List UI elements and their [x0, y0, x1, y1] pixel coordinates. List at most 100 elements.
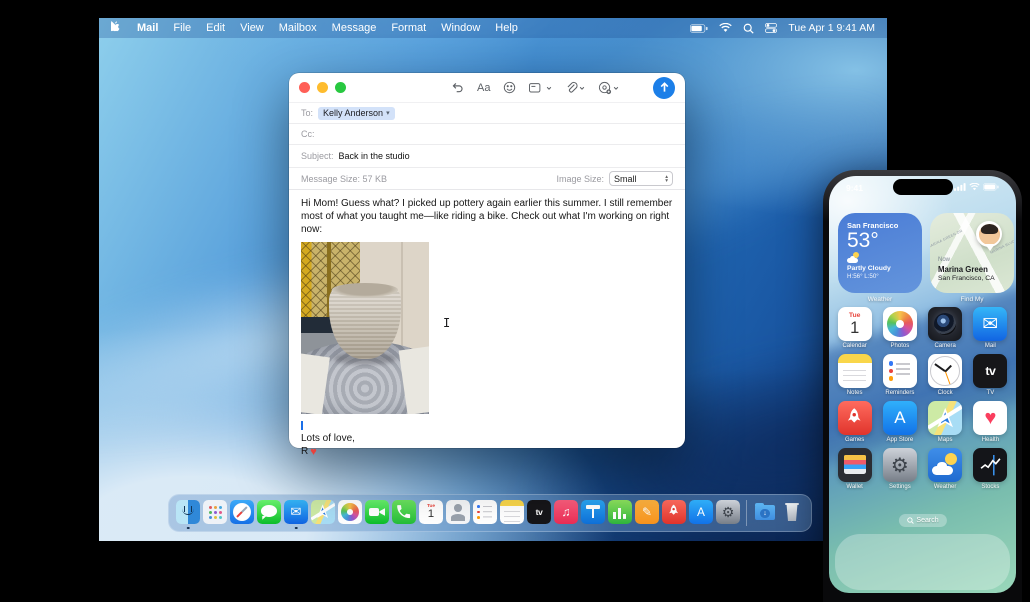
header-fields-button[interactable] [529, 82, 552, 94]
iphone-screen: 9:41 San Francisco 53° Partly Cloudy H:5… [829, 176, 1016, 593]
dock-trash[interactable] [780, 500, 804, 524]
dock-finder[interactable] [176, 500, 200, 529]
dock-launchpad[interactable] [203, 500, 227, 524]
spotlight-search-pill[interactable]: Search [898, 514, 947, 527]
menu-item-edit[interactable]: Edit [206, 22, 225, 34]
text-caret [301, 420, 303, 430]
format-button[interactable]: Aa [477, 82, 490, 94]
dock-tv[interactable]: tv [527, 500, 551, 524]
wifi-icon[interactable] [719, 23, 733, 33]
dock-contacts[interactable] [446, 500, 470, 524]
dock-system-settings[interactable]: ⚙ [716, 500, 740, 524]
app-label: Games [844, 437, 865, 443]
battery-icon[interactable] [690, 23, 708, 33]
cc-field[interactable]: Cc: [289, 124, 685, 145]
menu-item-mailbox[interactable]: Mailbox [279, 22, 317, 34]
iphone-app-notes[interactable]: Notes [835, 354, 875, 396]
iphone-app-mail[interactable]: ✉ Mail [970, 307, 1010, 349]
dock-music[interactable]: ♫ [554, 500, 578, 524]
subject-label: Subject: [301, 151, 334, 161]
insert-photo-button[interactable] [598, 81, 619, 95]
control-center-icon[interactable] [765, 23, 778, 33]
envelope-icon: ✉ [284, 500, 308, 524]
iphone-app-calendar[interactable]: Tue 1 Calendar [835, 307, 875, 349]
subject-field[interactable]: Subject: Back in the studio [289, 145, 685, 168]
emoji-icon[interactable] [503, 81, 516, 94]
menu-item-message[interactable]: Message [332, 22, 377, 34]
dock-messages[interactable] [257, 500, 281, 524]
app-label: Weather [933, 484, 957, 490]
recipient-token[interactable]: Kelly Anderson ▾ [318, 106, 395, 120]
dock-notes[interactable] [500, 500, 524, 524]
message-body[interactable]: Hi Mom! Guess what? I picked up pottery … [289, 190, 685, 459]
iphone-app-tv[interactable]: tv TV [970, 354, 1010, 396]
image-size-select[interactable]: Small ▴ ▾ [609, 171, 673, 186]
weather-icon [928, 448, 963, 482]
dock-pages[interactable]: ✎ [635, 500, 659, 524]
iphone-app-app-store[interactable]: A App Store [880, 401, 920, 443]
dock-numbers[interactable] [608, 500, 632, 524]
iphone-app-stocks[interactable]: Stocks [970, 448, 1010, 490]
folder-icon: ↓ [753, 500, 777, 524]
iphone-app-photos[interactable]: Photos [880, 307, 920, 349]
calendar-icon: Tue 1 [837, 307, 872, 341]
iphone-app-wallet[interactable]: Wallet [835, 448, 875, 490]
iphone-app-weather[interactable]: Weather [925, 448, 965, 490]
menu-item-help[interactable]: Help [495, 22, 518, 34]
text-cursor: I [443, 316, 451, 330]
minimize-button[interactable] [317, 82, 328, 93]
dock-downloads[interactable]: ↓ [753, 500, 777, 524]
dock-phone[interactable] [392, 500, 416, 524]
dock-maps[interactable] [311, 500, 335, 524]
dock-photos[interactable] [338, 500, 362, 524]
menu-item-file[interactable]: File [173, 22, 191, 34]
menu-item-format[interactable]: Format [391, 22, 426, 34]
menu-item-view[interactable]: View [240, 22, 264, 34]
undo-icon[interactable] [451, 81, 464, 94]
partly-cloudy-icon [847, 252, 861, 264]
iphone-app-camera[interactable]: Camera [925, 307, 965, 349]
attachment-button[interactable] [565, 81, 585, 94]
menu-item-window[interactable]: Window [441, 22, 480, 34]
zoom-button[interactable] [335, 82, 346, 93]
find-my-widget[interactable]: MARINA GREEN DR MARINA BLVD Now Marina G… [930, 213, 1014, 293]
pottery-photo-attachment[interactable] [301, 241, 429, 414]
dock-games[interactable] [662, 500, 686, 524]
send-button[interactable] [653, 76, 675, 99]
mac-dock: ✉ Tue 1 tv ♫ ✎ A ⚙ ↓ [168, 494, 812, 532]
dock-safari[interactable] [230, 500, 254, 524]
iphone-app-reminders[interactable]: Reminders [880, 354, 920, 396]
dock-mail[interactable]: ✉ [284, 500, 308, 529]
dock-divider [746, 500, 747, 526]
weather-widget[interactable]: San Francisco 53° Partly Cloudy H:56° L:… [838, 213, 922, 293]
iphone-app-settings[interactable]: ⚙ Settings [880, 448, 920, 490]
dock-calendar[interactable]: Tue 1 [419, 500, 443, 524]
weather-high-low: H:56° L:50° [847, 273, 879, 281]
pencil-icon: ✎ [635, 500, 659, 524]
dock-app-store[interactable]: A [689, 500, 713, 524]
iphone-app-games[interactable]: Games [835, 401, 875, 443]
mail-compose-window: Aa To: Kelly Anderson ▾ Cc: Subject: Bac… [289, 73, 685, 458]
chevron-down-icon: ▾ [386, 110, 390, 117]
safari-icon [230, 500, 254, 524]
running-indicator [186, 526, 190, 529]
dock-keynote[interactable] [581, 500, 605, 524]
search-icon[interactable] [743, 23, 755, 34]
iphone-app-clock[interactable]: Clock [925, 354, 965, 396]
menu-bar-clock[interactable]: Tue Apr 1 9:41 AM [788, 22, 875, 34]
menu-item-mail[interactable]: Mail [137, 22, 158, 34]
iphone-app-health[interactable]: ♥ Health [970, 401, 1010, 443]
health-icon: ♥ [973, 401, 1008, 435]
signature-initial: R [301, 446, 309, 458]
image-size-value: Small [614, 173, 637, 184]
music-icon: ♫ [554, 500, 578, 524]
tv-icon: tv [527, 500, 551, 524]
to-field[interactable]: To: Kelly Anderson ▾ [289, 103, 685, 124]
keynote-icon [581, 500, 605, 524]
apple-menu-icon[interactable] [109, 20, 122, 36]
dock-facetime[interactable] [365, 500, 389, 524]
notes-icon [837, 354, 872, 388]
dock-reminders[interactable] [473, 500, 497, 524]
iphone-app-maps[interactable]: Maps [925, 401, 965, 443]
close-button[interactable] [299, 82, 310, 93]
